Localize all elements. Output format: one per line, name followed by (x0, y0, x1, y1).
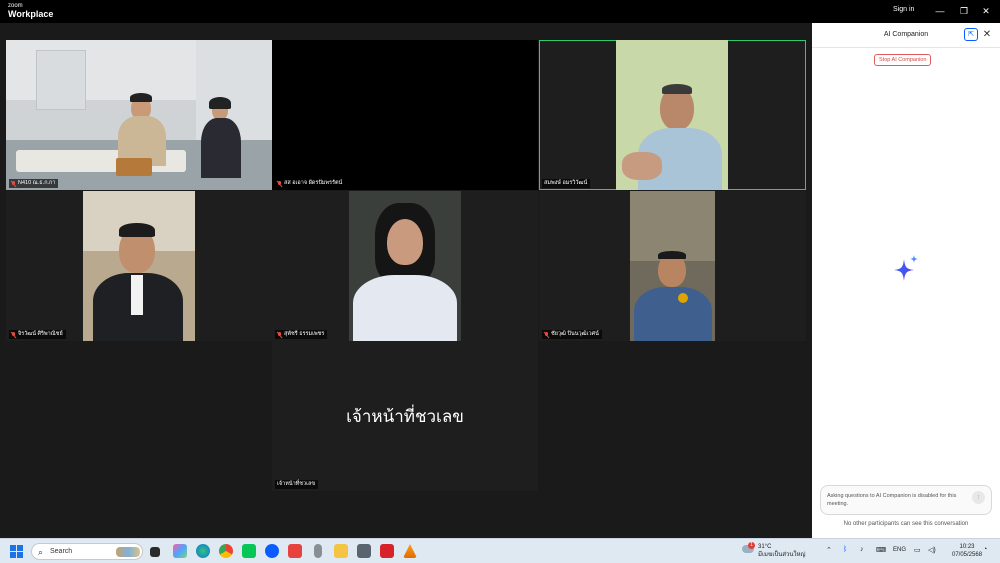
participant-video (6, 40, 272, 190)
meeting-gallery: N410 ณ.ธ.ก.กา สส อเอาจ ผัดรปัมพรรัตน์ สม… (0, 23, 812, 538)
send-icon[interactable]: ↑ (972, 491, 985, 504)
participant-tile[interactable]: ชัยวุฒิ ปินนวุฒิเวศน์ (539, 191, 806, 341)
participant-name-tag: สุพัชรี ธรรมเพชร (275, 330, 328, 339)
system-clock[interactable]: 10:23 07/05/2568 (952, 543, 982, 559)
search-label: Search (50, 548, 73, 555)
notification-bell-icon[interactable]: ◔ (983, 546, 987, 553)
title-bar: zoom Workplace Sign in — ❐ ✕ (0, 0, 1000, 23)
taskbar: ⌕ Search 1 31°C มีเมฆเป็นส่วนใหญ่ ⌃ ᛒ ♪ … (0, 538, 1000, 563)
sign-in-link[interactable]: Sign in (893, 6, 914, 13)
mic-muted-icon (277, 331, 282, 338)
participant-name: N410 ณ.ธ.ก.กา (18, 180, 56, 186)
mic-muted-icon (544, 331, 549, 338)
participant-video (616, 40, 728, 190)
participant-name: สส อเอาจ ผัดรปัมพรรัตน์ (284, 180, 343, 186)
close-icon[interactable]: ✕ (981, 28, 993, 41)
popout-icon[interactable]: ⇱ (964, 28, 978, 41)
stop-ai-companion-button[interactable]: Stop AI Companion (874, 54, 932, 66)
weather-description: มีเมฆเป็นส่วนใหญ่ (758, 552, 806, 558)
window-close-button[interactable]: ✕ (976, 3, 996, 19)
weather-temperature: 31°C (758, 544, 772, 550)
task-view-icon[interactable] (150, 547, 160, 557)
participant-name: สุพัชรี ธรรมเพชร (284, 331, 325, 337)
mic-muted-icon (277, 180, 282, 187)
participant-name-tag: จิรวัฒน์ ศิริพาณิชย์ (9, 330, 66, 339)
ai-input-placeholder: Asking questions to AI Companion is disa… (827, 493, 957, 507)
vlc-icon[interactable] (403, 544, 417, 558)
participant-display-name: เจ้าหน้าที่ชวเลข (346, 407, 464, 427)
clock-date: 07/05/2568 (952, 552, 983, 558)
participant-name: สมพงษ์ อมรวิวัฒน์ (544, 180, 588, 186)
participant-video (349, 191, 461, 341)
microphone-tray-icon[interactable]: ♪ (860, 546, 864, 553)
windows-start-icon[interactable] (10, 545, 23, 558)
participant-video (83, 191, 195, 341)
mic-muted-icon (11, 331, 16, 338)
participant-name: จิรวัฒน์ ศิริพาณิชย์ (18, 331, 63, 337)
volume-icon[interactable]: ◁) (928, 546, 936, 554)
restore-button[interactable]: ❐ (954, 3, 974, 19)
minimize-button[interactable]: — (930, 3, 950, 19)
microphone-app-icon[interactable] (314, 544, 322, 558)
participant-name: ชัยวุฒิ ปินนวุฒิเวศน์ (551, 331, 599, 337)
participant-name-tag: สมพงษ์ อมรวิวัฒน์ (542, 179, 591, 188)
edge-icon[interactable] (196, 544, 210, 558)
participant-name-tag: เจ้าหน้าที่ชวเลข (275, 480, 319, 489)
participant-name-tag: N410 ณ.ธ.ก.กา (9, 179, 59, 188)
participant-tile[interactable]: N410 ณ.ธ.ก.กา (6, 40, 272, 190)
zoom-app-icon[interactable] (265, 544, 279, 558)
calculator-icon[interactable] (357, 544, 371, 558)
search-highlight-icon (116, 547, 140, 557)
language-indicator[interactable]: ENG (893, 547, 906, 553)
logo-big-text: Workplace (8, 9, 54, 19)
participant-video (630, 191, 715, 341)
line-icon[interactable] (242, 544, 256, 558)
participant-tile[interactable]: สส อเอาจ ผัดรปัมพรรัตน์ (272, 40, 538, 190)
mic-muted-icon (11, 180, 16, 187)
participant-tile[interactable]: สุพัชรี ธรรมเพชร (272, 191, 538, 341)
bluetooth-icon[interactable]: ᛒ (843, 546, 847, 553)
zoom-logo: zoom Workplace (8, 3, 53, 19)
participant-tile-active-speaker[interactable]: สมพงษ์ อมรวิวัฒน์ (539, 40, 806, 190)
ai-companion-panel: AI Companion ⇱ ✕ Stop AI Companion Askin… (812, 23, 1000, 538)
participant-tile[interactable]: เจ้าหน้าที่ชวเลข เจ้าหน้าที่ชวเลข (272, 341, 538, 491)
participant-name-tag: ชัยวุฒิ ปินนวุฒิเวศน์ (542, 330, 602, 339)
clock-time: 10:23 (959, 544, 975, 550)
participant-name-tag: สส อเอาจ ผัดรปัมพรรัตน์ (275, 179, 346, 188)
copilot-icon[interactable] (173, 544, 187, 558)
panel-footer-note: No other participants can see this conve… (843, 521, 969, 527)
keyboard-icon[interactable]: ⌨ (876, 546, 886, 554)
ai-question-input[interactable]: Asking questions to AI Companion is disa… (820, 485, 992, 515)
network-icon[interactable]: ▭ (914, 546, 921, 554)
weather-badge: 1 (748, 542, 755, 549)
chrome-icon[interactable] (219, 544, 233, 558)
chevron-up-icon[interactable]: ⌃ (826, 546, 832, 554)
taskbar-search-box[interactable]: ⌕ Search (31, 543, 143, 560)
search-icon: ⌕ (38, 547, 44, 557)
ai-sparkle-icon (894, 255, 918, 281)
anydesk-icon[interactable] (288, 544, 302, 558)
file-explorer-icon[interactable] (334, 544, 348, 558)
panel-divider (812, 47, 1000, 48)
acrobat-icon[interactable] (380, 544, 394, 558)
participant-name: เจ้าหน้าที่ชวเลข (277, 481, 316, 487)
